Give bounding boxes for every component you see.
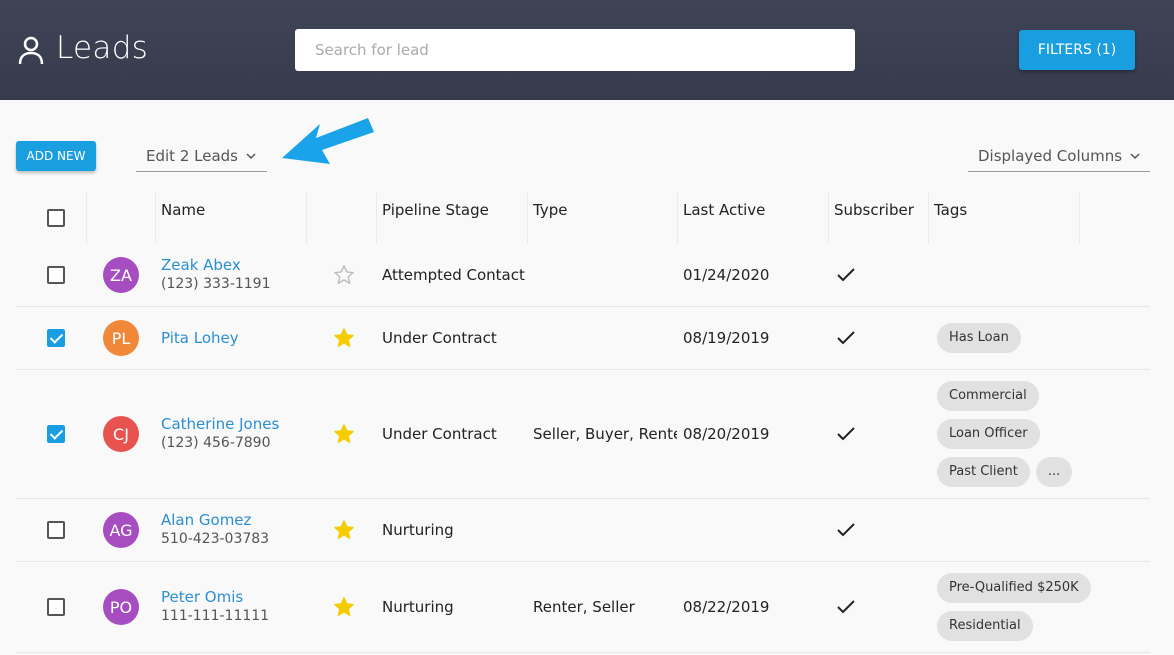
pipeline-stage: Under Contract (382, 425, 497, 443)
lead-name-link[interactable]: Alan Gomez (161, 511, 269, 530)
tag-chip[interactable]: Commercial (937, 381, 1039, 411)
tag-chip[interactable]: Residential (937, 611, 1033, 641)
avatar-initials: AG (109, 520, 133, 540)
last-active: 08/19/2019 (683, 329, 770, 347)
avatar: PL (103, 320, 139, 356)
row-select-checkbox[interactable] (47, 266, 65, 284)
lead-phone: 111-111-11111 (161, 608, 270, 624)
star-outline-icon[interactable] (333, 264, 355, 286)
edit-leads-label: Edit 2 Leads (146, 146, 238, 165)
avatar-initials: PO (109, 597, 133, 617)
checkmark-icon (837, 331, 855, 345)
column-header-name[interactable]: Name (161, 192, 205, 244)
lead-phone: (123) 333-1191 (161, 276, 271, 292)
row-select-checkbox[interactable] (47, 598, 65, 616)
more-tags-chip[interactable]: ... (1035, 457, 1073, 487)
avatar-initials: CJ (113, 424, 129, 444)
chevron-down-icon (246, 152, 256, 159)
displayed-columns-dropdown[interactable]: Displayed Columns (968, 140, 1150, 172)
table-header-row: Name Pipeline Stage Type Last Active Sub… (16, 192, 1150, 244)
row-select-checkbox[interactable] (47, 329, 65, 347)
lead-type (533, 499, 677, 561)
row-select-checkbox[interactable] (47, 425, 65, 443)
avatar: CJ (103, 416, 139, 452)
table-row[interactable]: PL Pita Lohey Under Contract 08/19/2019 … (16, 307, 1150, 370)
pipeline-stage: Nurturing (382, 521, 454, 539)
pipeline-stage: Attempted Contact (382, 266, 525, 284)
avatar: PO (103, 589, 139, 625)
lead-name-link[interactable]: Pita Lohey (161, 329, 239, 348)
chevron-down-icon (1130, 152, 1140, 159)
search-input[interactable] (295, 29, 855, 71)
star-filled-icon[interactable] (333, 596, 355, 618)
displayed-columns-label: Displayed Columns (978, 146, 1123, 165)
column-header-pipeline-stage[interactable]: Pipeline Stage (382, 192, 489, 244)
column-header-subscriber[interactable]: Subscriber (834, 192, 914, 244)
lead-type: Seller, Buyer, Renter (533, 425, 677, 443)
leads-table: Name Pipeline Stage Type Last Active Sub… (16, 192, 1150, 653)
annotation-arrow-icon (282, 118, 374, 164)
lead-type (533, 244, 677, 306)
lead-phone: 510-423-03783 (161, 531, 270, 547)
lead-name-link[interactable]: Catherine Jones (161, 415, 279, 434)
checkmark-icon (837, 523, 855, 537)
last-active: 01/24/2020 (683, 266, 770, 284)
app-header: Leads FILTERS (1) (0, 0, 1174, 100)
add-new-button[interactable]: ADD NEW (16, 141, 96, 171)
tag-chip[interactable]: Pre-Qualified $250K (937, 573, 1091, 603)
last-active: 08/22/2019 (683, 598, 770, 616)
column-header-type[interactable]: Type (533, 192, 567, 244)
avatar: AG (103, 512, 139, 548)
tag-chip[interactable]: Loan Officer (937, 419, 1040, 449)
tag-chip[interactable]: Past Client (937, 457, 1030, 487)
last-active: 08/20/2019 (683, 425, 770, 443)
avatar-initials: PL (111, 328, 131, 348)
tag-chip[interactable]: Has Loan (937, 323, 1021, 353)
star-filled-icon[interactable] (333, 519, 355, 541)
checkmark-icon (837, 427, 855, 441)
table-row[interactable]: CJ Catherine Jones (123) 456-7890 Under … (16, 370, 1150, 499)
table-row[interactable]: PO Peter Omis 111-111-11111 Nurturing Re… (16, 562, 1150, 653)
checkmark-icon (837, 600, 855, 614)
page-title: Leads (56, 30, 149, 66)
avatar: ZA (103, 257, 139, 293)
pipeline-stage: Under Contract (382, 329, 497, 347)
lead-name-link[interactable]: Peter Omis (161, 588, 269, 607)
table-row[interactable]: ZA Zeak Abex (123) 333-1191 Attempted Co… (16, 244, 1150, 307)
edit-leads-dropdown[interactable]: Edit 2 Leads (136, 140, 267, 172)
lead-type: Renter, Seller (533, 598, 635, 616)
checkmark-icon (837, 268, 855, 282)
avatar-initials: ZA (110, 265, 132, 285)
column-header-tags[interactable]: Tags (934, 192, 967, 244)
select-all-checkbox[interactable] (47, 209, 65, 227)
row-select-checkbox[interactable] (47, 521, 65, 539)
lead-type (533, 307, 677, 369)
pipeline-stage: Nurturing (382, 598, 454, 616)
star-filled-icon[interactable] (333, 327, 355, 349)
column-header-last-active[interactable]: Last Active (683, 192, 765, 244)
filters-button[interactable]: FILTERS (1) (1019, 30, 1135, 70)
lead-name-link[interactable]: Zeak Abex (161, 256, 271, 275)
lead-phone: (123) 456-7890 (161, 435, 271, 451)
table-row[interactable]: AG Alan Gomez 510-423-03783 Nurturing (16, 499, 1150, 562)
person-icon (18, 36, 44, 65)
star-filled-icon[interactable] (333, 423, 355, 445)
